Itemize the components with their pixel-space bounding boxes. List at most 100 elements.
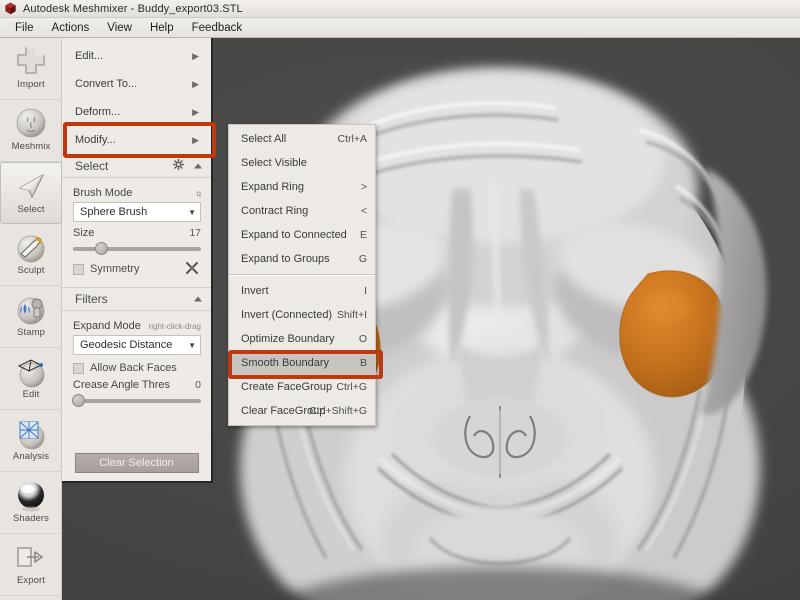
submenu-label: Expand Ring (241, 181, 304, 193)
size-slider-knob[interactable] (95, 242, 109, 255)
submenu-label: Select Visible (241, 157, 307, 169)
menu-file[interactable]: File (6, 20, 43, 36)
crease-slider-track (73, 399, 201, 403)
submenu-item-optimize-boundary[interactable]: Optimize Boundary O (229, 327, 375, 351)
submenu-item-expand-to-groups[interactable]: Expand to Groups G (229, 247, 375, 271)
submenu-accel: Ctrl+Shift+G (309, 405, 367, 417)
brush-mode-row: Brush Mode q (73, 187, 201, 199)
submenu-item-select-all[interactable]: Select All Ctrl+A (229, 127, 375, 151)
select-section-header[interactable]: Select (62, 154, 211, 178)
chevron-right-icon: ▶ (192, 50, 199, 61)
submenu-item-smooth-boundary[interactable]: Smooth Boundary B (229, 351, 375, 375)
tool-meshmix[interactable]: Meshmix (0, 100, 62, 162)
submenu-label: Smooth Boundary (241, 357, 330, 369)
brush-mode-dropdown[interactable]: Sphere Brush ▼ (73, 202, 201, 222)
submenu-accel: Ctrl+G (336, 381, 367, 393)
tool-label-select: Select (17, 204, 45, 215)
tool-sculpt[interactable]: Sculpt (0, 224, 62, 286)
title-bar: Autodesk Meshmixer - Buddy_export03.STL (0, 0, 800, 18)
menu-help[interactable]: Help (141, 20, 183, 36)
submenu-item-create-facegroup[interactable]: Create FaceGroup Ctrl+G (229, 375, 375, 399)
select-section-title: Select (75, 159, 109, 173)
wireframe-sphere-icon (11, 414, 51, 452)
brush-mode-value: Sphere Brush (80, 206, 148, 218)
tool-import[interactable]: Import (0, 38, 62, 100)
tool-label-shaders: Shaders (12, 513, 50, 524)
submenu-separator (229, 274, 375, 276)
submenu-accel: Ctrl+A (337, 133, 367, 145)
tool-label-stamp: Stamp (17, 327, 45, 338)
expand-mode-value: Geodesic Distance (80, 339, 173, 351)
filters-section-body: Expand Mode right-click-drag Geodesic Di… (62, 311, 211, 416)
select-properties-panel: Edit... ▶ Convert To... ▶ Deform... ▶ Mo… (62, 38, 213, 483)
symmetry-row[interactable]: Symmetry (73, 261, 201, 278)
expand-mode-dropdown[interactable]: Geodesic Distance ▼ (73, 335, 201, 355)
chevron-down-icon: ▼ (188, 340, 196, 350)
size-label: Size (73, 227, 95, 239)
submenu-label: Create FaceGroup (241, 381, 333, 393)
submenu-label: Expand to Connected (241, 229, 347, 241)
allow-back-faces-row[interactable]: Allow Back Faces (73, 362, 201, 374)
tool-export[interactable]: Export (0, 534, 62, 596)
size-slider-track (73, 247, 201, 251)
tool-shaders[interactable]: Shaders (0, 472, 62, 534)
submenu-item-expand-ring[interactable]: Expand Ring > (229, 175, 375, 199)
submenu-item-invert[interactable]: Invert I (229, 279, 375, 303)
menu-item-deform[interactable]: Deform... ▶ (62, 98, 211, 126)
submenu-accel: < (360, 205, 367, 217)
expand-mode-hint: right-click-drag (148, 322, 201, 331)
tool-stamp[interactable]: Stamp (0, 286, 62, 348)
tool-label-edit: Edit (22, 389, 40, 400)
menu-item-modify[interactable]: Modify... ▶ (62, 126, 211, 154)
submenu-item-clear-facegroup[interactable]: Clear FaceGroup Ctrl+Shift+G (229, 399, 375, 423)
menu-view[interactable]: View (98, 20, 141, 36)
submenu-item-invert-connected[interactable]: Invert (Connected) Shift+I (229, 303, 375, 327)
meshmixer-window: Autodesk Meshmixer - Buddy_export03.STL … (0, 0, 800, 600)
tool-label-sculpt: Sculpt (17, 265, 45, 276)
clear-selection-button[interactable]: Clear Selection (74, 453, 199, 473)
symmetry-label: Symmetry (90, 263, 140, 275)
crease-angle-value: 0 (195, 379, 201, 391)
filters-section-header[interactable]: Filters (62, 287, 211, 311)
submenu-item-contract-ring[interactable]: Contract Ring < (229, 199, 375, 223)
submenu-label: Invert (241, 285, 269, 297)
menu-item-convert-to[interactable]: Convert To... ▶ (62, 70, 211, 98)
chevron-right-icon: ▶ (192, 78, 199, 89)
tool-rail: Import Meshmix Select Sculpt Stamp Edit … (0, 38, 62, 600)
menu-bar: File Actions View Help Feedback (0, 18, 800, 38)
allow-back-faces-label: Allow Back Faces (90, 362, 177, 374)
tool-select[interactable]: Select (0, 162, 62, 224)
chevron-right-icon: ▶ (192, 134, 199, 145)
wrench-icon[interactable] (185, 261, 199, 278)
expand-mode-label: Expand Mode (73, 320, 141, 332)
actions-menu-group: Edit... ▶ Convert To... ▶ Deform... ▶ Mo… (62, 38, 211, 154)
submenu-label: Expand to Groups (241, 253, 330, 265)
select-section-body: Brush Mode q Sphere Brush ▼ Size 17 Symm… (62, 178, 211, 281)
crease-slider-knob[interactable] (72, 394, 86, 407)
menu-item-convert-to-label: Convert To... (75, 78, 138, 90)
menu-actions[interactable]: Actions (43, 20, 99, 36)
tool-edit[interactable]: Edit (0, 348, 62, 410)
menu-feedback[interactable]: Feedback (183, 20, 252, 36)
gear-icon[interactable] (172, 158, 185, 173)
triangle-up-icon[interactable] (193, 159, 203, 173)
submenu-accel: I (364, 285, 367, 297)
size-value: 17 (189, 227, 201, 239)
menu-item-edit[interactable]: Edit... ▶ (62, 42, 211, 70)
tool-analysis[interactable]: Analysis (0, 410, 62, 472)
stamp-icon (11, 290, 51, 328)
tool-label-meshmix: Meshmix (11, 141, 51, 152)
submenu-accel: G (358, 253, 367, 265)
brush-mode-hint: q (196, 189, 201, 198)
symmetry-checkbox[interactable] (73, 263, 84, 275)
allow-back-faces-checkbox[interactable] (73, 362, 84, 374)
crease-angle-label: Crease Angle Thres (73, 379, 171, 391)
submenu-accel: Shift+I (336, 309, 367, 321)
modify-submenu: Select All Ctrl+A Select Visible Expand … (228, 124, 376, 426)
submenu-item-select-visible[interactable]: Select Visible (229, 151, 375, 175)
size-slider[interactable] (73, 242, 201, 256)
submenu-item-expand-to-connected[interactable]: Expand to Connected E (229, 223, 375, 247)
triangle-up-icon[interactable] (193, 292, 203, 306)
brush-mode-label: Brush Mode (73, 187, 133, 199)
crease-angle-slider[interactable] (72, 394, 201, 408)
